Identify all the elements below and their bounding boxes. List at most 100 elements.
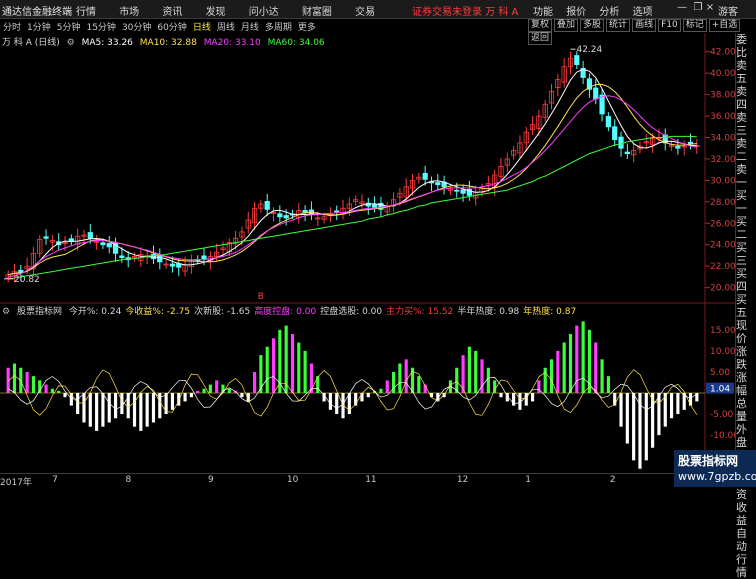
kline-chart[interactable]: 42.00 40.00 38.00 36.00 34.00 32.00 30.00 28.00…: [0, 33, 735, 473]
side-panel-item[interactable]: 买四: [736, 267, 756, 293]
indicator-tick-label: 5.00: [710, 368, 730, 378]
main-menu: 行情 市场 资讯 发现 问小达 财富圈 交易: [76, 3, 395, 18]
tool-button[interactable]: F10: [658, 19, 681, 32]
period-tab[interactable]: 周线: [217, 23, 235, 33]
side-panel-item[interactable]: 卖一: [736, 163, 756, 189]
candle-body: [454, 189, 460, 192]
price-tick-label: 42.00: [710, 48, 735, 58]
buy-marker: B: [258, 292, 264, 302]
date-tick-label: 2017年: [0, 478, 32, 488]
quote-side-panel: 委比卖五卖四卖三卖二卖一买一买二买三买四买五现价涨跌涨幅总量外盘换手净资收益自动…: [735, 33, 756, 579]
candle-body: [106, 243, 112, 248]
menu-item[interactable]: 资讯: [162, 7, 182, 18]
price-tick-label: 24.00: [710, 241, 735, 251]
right-menu: 功能 报价 分析 选项: [533, 3, 663, 18]
tool-button[interactable]: 画线: [632, 19, 657, 32]
menu-item[interactable]: 功能: [533, 7, 553, 18]
side-panel-item[interactable]: 买三: [736, 241, 756, 267]
indicator-value: 年热度: 0.87: [523, 307, 577, 317]
indicator-legend: ⚙ 股票指标网 今开%: 0.24 今收益%: -2.75 次新股: -1.65 高度…: [2, 304, 584, 317]
menu-item[interactable]: 发现: [206, 7, 226, 18]
candle-body: [283, 215, 289, 219]
tool-button[interactable]: 复权: [528, 19, 553, 32]
side-panel-item[interactable]: 涨跌: [736, 345, 756, 371]
indicator-value: 今开%: 0.24: [68, 307, 122, 317]
period-tab[interactable]: 30分钟: [122, 23, 151, 33]
price-tick-label: 40.00: [710, 69, 735, 79]
candle-body: [618, 136, 624, 149]
indicator-tick-label: -10.00: [710, 431, 735, 441]
login-warning[interactable]: 证券交易未登录 万 科 A: [412, 3, 518, 18]
tool-button[interactable]: +自选: [708, 19, 741, 32]
tool-button[interactable]: 叠加: [554, 19, 579, 32]
indicator-value: 今收益%: -2.75: [125, 307, 191, 317]
period-tab[interactable]: 60分钟: [157, 23, 186, 33]
side-panel-item[interactable]: 外盘: [736, 423, 756, 449]
ma60-line: [8, 135, 697, 280]
tool-button[interactable]: 标记: [682, 19, 707, 32]
settings-icon[interactable]: ⚙: [2, 307, 10, 317]
price-tick-label: 20.00: [710, 284, 735, 294]
date-tick-label: 1: [525, 475, 531, 485]
candle-body: [599, 94, 605, 115]
close-icon[interactable]: ×: [704, 2, 716, 14]
side-panel-item[interactable]: 总量: [736, 397, 756, 423]
date-tick-label: 9: [207, 475, 214, 485]
side-panel-item[interactable]: 自动: [736, 527, 756, 553]
price-tick-label: 36.00: [710, 112, 735, 122]
side-panel-item[interactable]: 现价: [736, 319, 756, 345]
menu-item[interactable]: 问小达: [249, 7, 279, 18]
date-tick-label: 10: [286, 475, 299, 485]
minimize-icon[interactable]: —: [676, 2, 688, 14]
date-tick-label: 12: [456, 475, 469, 485]
indicator-value: 次新股: -1.65: [194, 307, 251, 317]
side-panel-item[interactable]: 卖三: [736, 111, 756, 137]
candle-body: [87, 232, 93, 239]
indicator-value: 高度控盘: 0.00: [254, 307, 317, 317]
menu-item[interactable]: 财富圈: [302, 7, 332, 18]
period-tab[interactable]: 日线: [193, 23, 211, 33]
watermark-url: www.7gpzb.com: [678, 470, 756, 483]
menu-item[interactable]: 行情: [76, 7, 96, 18]
price-tick-label: 28.00: [710, 198, 735, 208]
period-tab[interactable]: 多周期: [265, 23, 292, 33]
period-tab[interactable]: 更多: [298, 23, 316, 33]
indicator-name: 股票指标网: [16, 307, 62, 317]
period-toolbar: 分时 1分钟 5分钟 15分钟 30分钟 60分钟 日线 周线 月线 多周期 更多 复权 叠加 多股 统计…: [0, 19, 756, 45]
tool-button[interactable]: 统计: [606, 19, 631, 32]
side-panel-item[interactable]: 收益: [736, 501, 756, 527]
side-panel-item[interactable]: 卖五: [736, 59, 756, 85]
date-axis: 2017年789101112123: [0, 473, 705, 488]
side-panel-item[interactable]: 买五: [736, 293, 756, 319]
period-tab[interactable]: 15分钟: [86, 23, 115, 33]
side-panel-item[interactable]: 卖四: [736, 85, 756, 111]
side-panel-item[interactable]: 买一: [736, 189, 756, 215]
side-panel-item[interactable]: 卖二: [736, 137, 756, 163]
menu-item[interactable]: 分析: [599, 7, 619, 18]
price-tick-label: 26.00: [710, 219, 735, 229]
period-tab[interactable]: 5分钟: [57, 23, 81, 33]
menu-item[interactable]: 报价: [566, 7, 586, 18]
side-panel-item[interactable]: 委比: [736, 33, 756, 59]
period-tabs: 分时 1分钟 5分钟 15分钟 30分钟 60分钟 日线 周线 月线 多周期 更多: [3, 20, 322, 33]
restore-icon[interactable]: ❐: [692, 2, 704, 14]
side-panel-item[interactable]: 买二: [736, 215, 756, 241]
indicator-tick-label: -5.00: [710, 410, 734, 420]
indicator-value: 主力买%: 15.52: [386, 307, 454, 317]
side-panel-item[interactable]: 涨幅: [736, 371, 756, 397]
candle-body: [422, 172, 428, 180]
period-tab[interactable]: 分时: [3, 23, 21, 33]
menu-item[interactable]: 市场: [119, 7, 139, 18]
period-tab[interactable]: 月线: [241, 23, 259, 33]
guest-label[interactable]: 游客: [718, 3, 738, 18]
menu-item[interactable]: 选项: [633, 7, 653, 18]
ma20-line: [8, 95, 697, 278]
candle-body: [593, 87, 599, 100]
side-panel-item[interactable]: 行情: [736, 553, 756, 579]
candle-body: [612, 126, 618, 141]
candle-body: [201, 255, 207, 260]
menu-item[interactable]: 交易: [355, 7, 375, 18]
tool-button[interactable]: 多股: [580, 19, 605, 32]
candle-body: [43, 236, 49, 239]
period-tab[interactable]: 1分钟: [27, 23, 51, 33]
